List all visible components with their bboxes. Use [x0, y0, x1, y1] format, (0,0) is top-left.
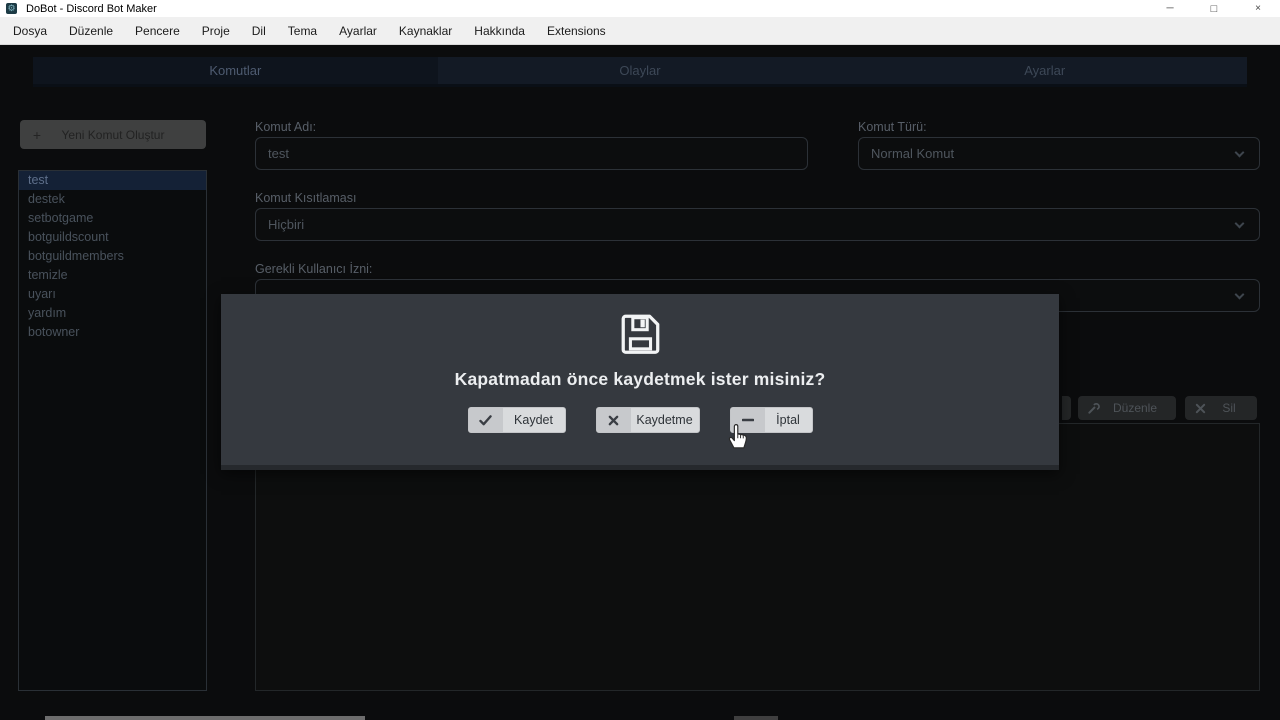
- menu-bar: Dosya Düzenle Pencere Proje Dil Tema Aya…: [0, 17, 1280, 45]
- save-icon: [617, 311, 663, 362]
- command-list-item[interactable]: botowner: [19, 323, 206, 342]
- menu-hakkinda[interactable]: Hakkında: [463, 17, 536, 45]
- delete-button-label: Sil: [1222, 401, 1236, 415]
- command-list-item[interactable]: botguildmembers: [19, 247, 206, 266]
- dialog-message: Kapatmadan önce kaydetmek ister misiniz?: [454, 369, 826, 389]
- menu-proje[interactable]: Proje: [191, 17, 241, 45]
- command-list-item[interactable]: uyarı: [19, 285, 206, 304]
- tab-komutlar[interactable]: Komutlar: [33, 57, 438, 84]
- tab-ayarlar[interactable]: Ayarlar: [842, 57, 1247, 84]
- check-icon: [468, 408, 503, 432]
- partial-button-edge[interactable]: [1062, 396, 1071, 420]
- save-confirmation-dialog: Kapatmadan önce kaydetmek ister misiniz?…: [221, 294, 1059, 470]
- dont-save-button[interactable]: Kaydetme: [595, 407, 700, 433]
- minimize-button[interactable]: ─: [1148, 0, 1192, 17]
- save-confirm-label: Kaydet: [514, 413, 553, 427]
- title-bar: ⚙ DoBot - Discord Bot Maker ─ □ ×: [0, 0, 1280, 17]
- menu-dil[interactable]: Dil: [241, 17, 277, 45]
- delete-button[interactable]: Sil: [1185, 396, 1257, 420]
- command-list-item[interactable]: temizle: [19, 266, 206, 285]
- x-icon: [1185, 403, 1215, 414]
- menu-tema[interactable]: Tema: [277, 17, 328, 45]
- command-name-label: Komut Adı:: [255, 120, 317, 134]
- app-window: ⚙ DoBot - Discord Bot Maker ─ □ × Dosya …: [0, 0, 1280, 720]
- edit-button-label: Düzenle: [1112, 401, 1158, 415]
- dialog-button-row: Kaydet Kaydetme İptal: [467, 407, 813, 433]
- edit-button[interactable]: Düzenle: [1078, 396, 1176, 420]
- command-list: test destek setbotgame botguildscount bo…: [18, 170, 207, 691]
- new-command-button[interactable]: + Yeni Komut Oluştur: [20, 120, 206, 149]
- chevron-down-icon: [1234, 289, 1245, 300]
- menu-pencere[interactable]: Pencere: [124, 17, 191, 45]
- mouse-cursor: [728, 424, 747, 449]
- close-button[interactable]: ×: [1236, 0, 1280, 17]
- command-list-item[interactable]: botguildscount: [19, 228, 206, 247]
- plus-icon: +: [32, 126, 42, 143]
- menu-ayarlar[interactable]: Ayarlar: [328, 17, 388, 45]
- horizontal-scrollbar-thumb[interactable]: [734, 716, 778, 720]
- horizontal-scrollbar-thumb[interactable]: [45, 716, 365, 720]
- command-type-select[interactable]: Normal Komut: [858, 137, 1260, 170]
- command-restriction-label: Komut Kısıtlaması: [255, 191, 357, 205]
- command-name-input[interactable]: [255, 137, 808, 170]
- command-type-value: Normal Komut: [871, 146, 955, 161]
- menu-extensions[interactable]: Extensions: [536, 17, 617, 45]
- window-title: DoBot - Discord Bot Maker: [26, 2, 157, 15]
- command-restriction-value: Hiçbiri: [268, 217, 305, 232]
- command-type-label: Komut Türü:: [858, 120, 927, 134]
- tab-olaylar[interactable]: Olaylar: [438, 57, 843, 84]
- chevron-down-icon: [1234, 147, 1245, 158]
- menu-duzenle[interactable]: Düzenle: [58, 17, 124, 45]
- required-permission-label: Gerekli Kullanıcı İzni:: [255, 262, 373, 276]
- maximize-button[interactable]: □: [1192, 0, 1236, 17]
- command-list-item[interactable]: setbotgame: [19, 209, 206, 228]
- x-icon: [596, 408, 631, 432]
- command-restriction-select[interactable]: Hiçbiri: [255, 208, 1260, 241]
- chevron-down-icon: [1234, 218, 1245, 229]
- new-command-label: Yeni Komut Oluştur: [61, 127, 165, 142]
- command-list-item[interactable]: yardım: [19, 304, 206, 323]
- wrench-icon: [1078, 402, 1108, 415]
- command-list-item[interactable]: test: [19, 171, 206, 190]
- menu-kaynaklar[interactable]: Kaynaklar: [388, 17, 463, 45]
- save-confirm-button[interactable]: Kaydet: [467, 407, 566, 433]
- main-tab-bar: Komutlar Olaylar Ayarlar: [33, 57, 1247, 87]
- app-icon: ⚙: [6, 3, 17, 14]
- command-list-item[interactable]: destek: [19, 190, 206, 209]
- menu-dosya[interactable]: Dosya: [2, 17, 58, 45]
- cancel-label: İptal: [776, 413, 800, 427]
- dont-save-label: Kaydetme: [636, 413, 693, 427]
